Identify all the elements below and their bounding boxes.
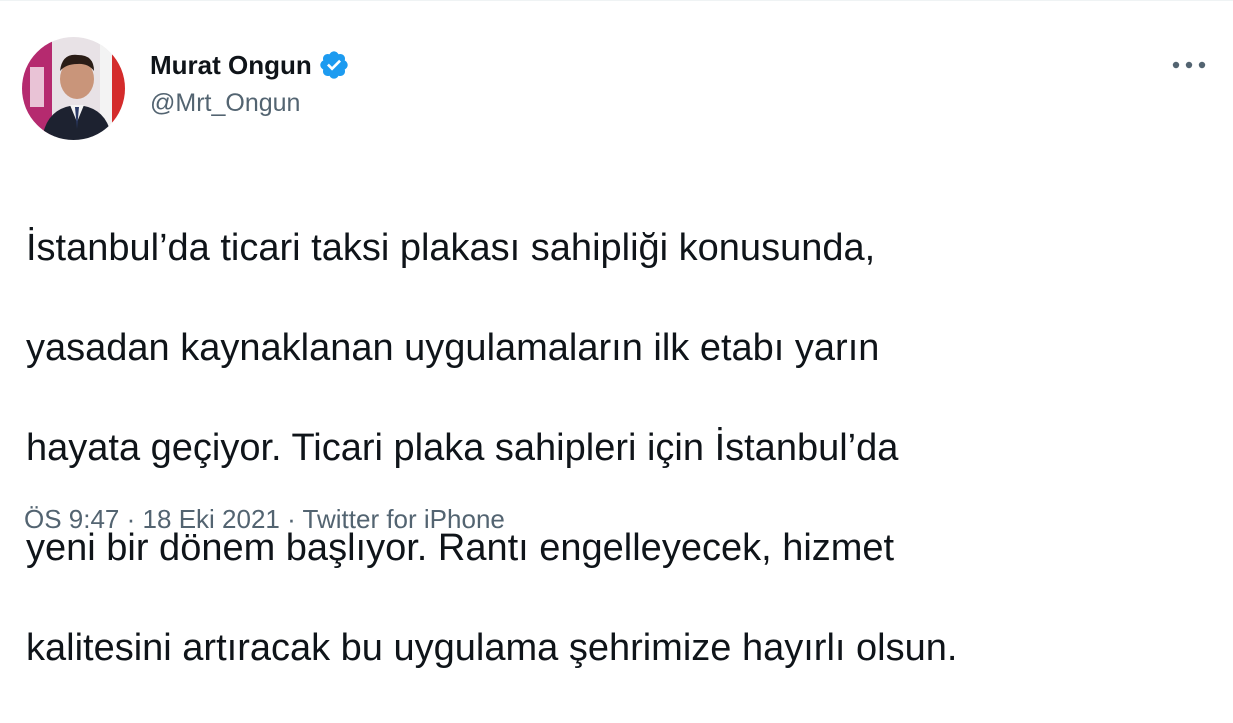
author-display-name[interactable]: Murat Ongun bbox=[150, 50, 312, 81]
tweet-text: İstanbul’da ticari taksi plakası sahipli… bbox=[26, 173, 1216, 723]
tweet-text-line: İstanbul’da ticari taksi plakası sahipli… bbox=[26, 227, 876, 269]
author-block: Murat Ongun @Mrt_Ongun bbox=[150, 47, 350, 118]
avatar-image bbox=[22, 37, 125, 140]
tweet-text-line: yasadan kaynaklanan uygulamaların ilk et… bbox=[26, 327, 880, 369]
more-options-icon bbox=[1172, 61, 1206, 69]
tweet-card: Murat Ongun @Mrt_Ongun İstanbul’da ticar… bbox=[0, 0, 1233, 669]
author-handle[interactable]: @Mrt_Ongun bbox=[150, 89, 350, 118]
meta-separator: · bbox=[287, 504, 296, 534]
verified-badge-icon bbox=[318, 49, 350, 81]
more-options-button[interactable] bbox=[1169, 51, 1209, 79]
name-row: Murat Ongun bbox=[150, 47, 350, 83]
tweet-text-line: kalitesini artıracak bu uygulama şehrimi… bbox=[26, 627, 958, 669]
tweet-timestamp-time[interactable]: ÖS 9:47 bbox=[24, 504, 119, 534]
tweet-text-line: hayata geçiyor. Ticari plaka sahipleri i… bbox=[26, 427, 899, 469]
avatar[interactable] bbox=[22, 37, 125, 140]
meta-separator: · bbox=[126, 504, 136, 534]
tweet-timestamp-date[interactable]: 18 Eki 2021 bbox=[143, 504, 280, 534]
tweet-metadata: ÖS 9:47 · 18 Eki 2021 · Twitter for iPho… bbox=[24, 504, 505, 535]
tweet-source[interactable]: Twitter for iPhone bbox=[303, 504, 505, 534]
